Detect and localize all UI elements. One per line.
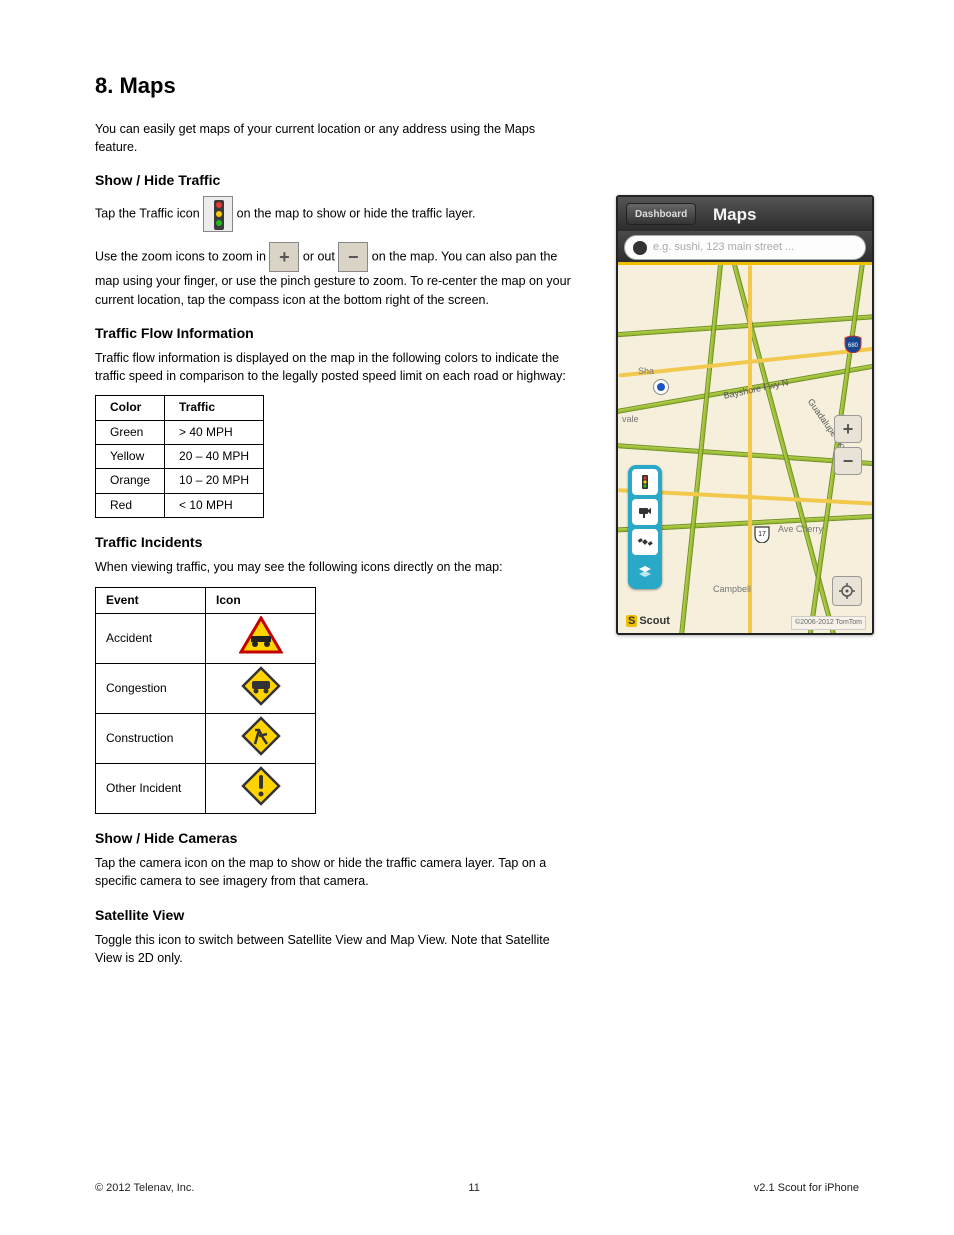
- other-incident-icon: [239, 766, 283, 806]
- construction-icon: [239, 716, 283, 756]
- flow-text: Traffic flow information is displayed on…: [95, 349, 575, 385]
- traffic-layer-button[interactable]: [632, 469, 658, 495]
- congestion-icon: [239, 666, 283, 706]
- tomtom-attribution: ©2006-2012 TomTom: [791, 616, 866, 630]
- traffic-heading: Show / Hide Traffic: [95, 170, 575, 190]
- minus-icon: −: [338, 242, 368, 272]
- search-bar: e.g. sushi, 123 main street ...: [618, 231, 872, 265]
- recenter-button[interactable]: [832, 576, 862, 606]
- cameras-heading: Show / Hide Cameras: [95, 828, 575, 848]
- incidents-text: When viewing traffic, you may see the fo…: [95, 558, 575, 576]
- intro-text: You can easily get maps of your current …: [95, 120, 575, 156]
- city-label: vale: [622, 413, 639, 426]
- dashboard-button[interactable]: Dashboard: [626, 203, 696, 225]
- search-input[interactable]: e.g. sushi, 123 main street ...: [624, 235, 866, 260]
- traffic-light-icon: [203, 196, 233, 232]
- city-label: Campbell: [713, 583, 751, 596]
- svg-text:17: 17: [758, 531, 766, 538]
- scout-logo: SScout: [626, 614, 670, 630]
- layers-toggle-button[interactable]: [632, 559, 658, 585]
- satellite-text: Toggle this icon to switch between Satel…: [95, 931, 575, 967]
- current-location-dot: [654, 380, 668, 394]
- page-title: 8. Maps: [95, 70, 575, 102]
- phone-title: Maps: [713, 203, 756, 228]
- cameras-text: Tap the camera icon on the map to show o…: [95, 854, 575, 890]
- phone-screenshot: Dashboard Maps e.g. sushi, 123 main stre…: [616, 195, 874, 635]
- mic-icon[interactable]: [633, 241, 647, 255]
- satellite-layer-button[interactable]: [632, 529, 658, 555]
- satellite-heading: Satellite View: [95, 905, 575, 925]
- svg-text:680: 680: [848, 343, 859, 349]
- camera-layer-button[interactable]: [632, 499, 658, 525]
- incidents-heading: Traffic Incidents: [95, 532, 575, 552]
- city-label: Sha: [638, 365, 654, 378]
- search-placeholder: e.g. sushi, 123 main street ...: [653, 240, 794, 256]
- map-layer-panel: [628, 465, 662, 589]
- traffic-p1: Tap the Traffic icon on the map to show …: [95, 196, 575, 232]
- map-canvas[interactable]: Bayshore Fwy N Guadalupe Pkwy N vale Sha…: [618, 265, 872, 634]
- phone-header: Dashboard Maps: [618, 197, 872, 231]
- accident-icon: [239, 616, 283, 656]
- route-shield-icon: 17: [753, 525, 771, 543]
- footer-version: v2.1 Scout for iPhone: [754, 1181, 859, 1197]
- footer-copyright: © 2012 Telenav, Inc.: [95, 1181, 194, 1197]
- footer-page: 11: [468, 1181, 479, 1197]
- flow-table: ColorTraffic Green> 40 MPH Yellow20 – 40…: [95, 395, 264, 518]
- incidents-table: EventIcon Accident Congestion Constructi…: [95, 587, 316, 814]
- zoom-in-button[interactable]: +: [834, 415, 862, 443]
- zoom-controls: + −: [834, 415, 862, 475]
- road-label: Bayshore Fwy N: [722, 376, 789, 402]
- plus-icon: +: [269, 242, 299, 272]
- zoom-out-button[interactable]: −: [834, 447, 862, 475]
- city-label: Ave Cherry: [778, 523, 823, 536]
- interstate-shield-icon: 680: [844, 335, 862, 353]
- page-footer: © 2012 Telenav, Inc. 11 v2.1 Scout for i…: [95, 1181, 859, 1197]
- flow-heading: Traffic Flow Information: [95, 323, 575, 343]
- traffic-p2: Use the zoom icons to zoom in + or out −…: [95, 242, 575, 308]
